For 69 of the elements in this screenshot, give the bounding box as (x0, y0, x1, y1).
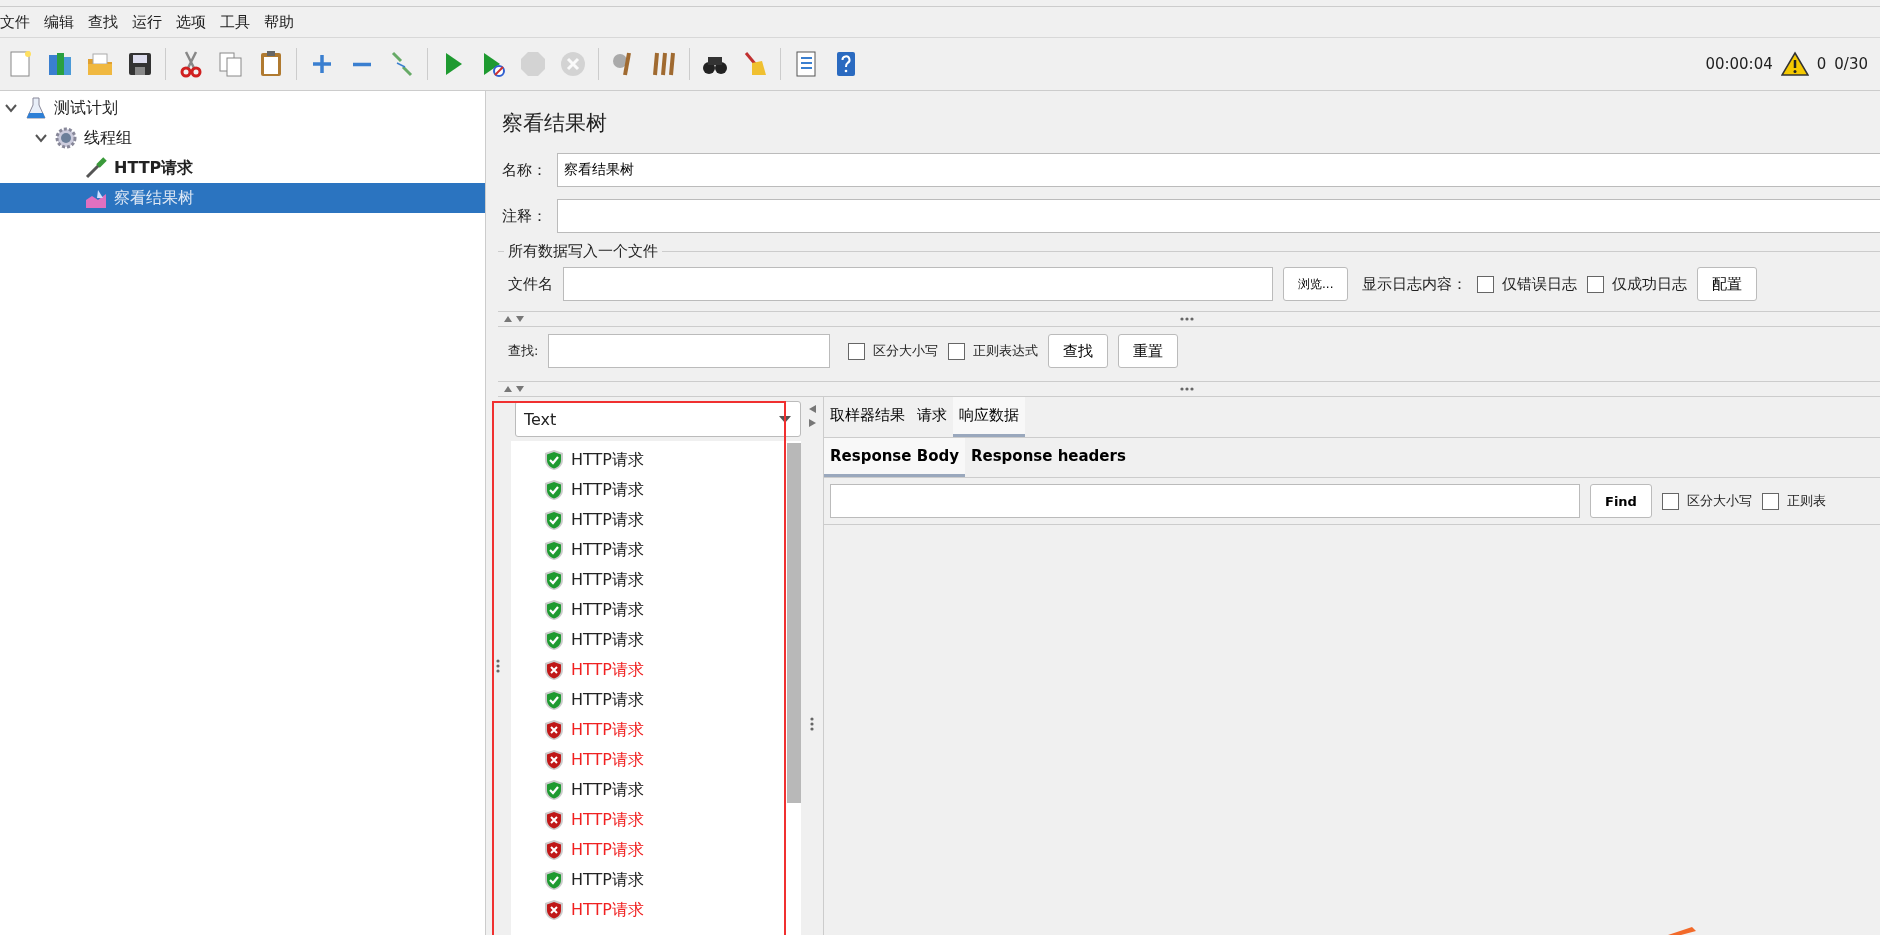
checkbox-option[interactable]: 正则表 (1761, 492, 1826, 510)
result-item[interactable]: HTTP请求 (511, 505, 787, 535)
result-item[interactable]: HTTP请求 (511, 775, 787, 805)
result-item[interactable]: HTTP请求 (511, 805, 787, 835)
tree-item[interactable]: 线程组 (0, 123, 485, 153)
scrollbar[interactable] (787, 443, 801, 803)
result-item[interactable]: HTTP请求 (511, 655, 787, 685)
result-item[interactable]: HTTP请求 (511, 565, 787, 595)
browse-button[interactable]: 浏览... (1283, 267, 1349, 301)
field-label: 查找: (507, 342, 539, 360)
panel-title: 察看结果树 (501, 110, 608, 137)
tab[interactable]: Response Body (824, 438, 965, 477)
checkbox-option[interactable]: 仅成功日志 (1587, 274, 1688, 294)
warning-count: 0 (1816, 55, 1827, 73)
configure-button[interactable]: 配置 (1697, 267, 1758, 301)
caret-icon (778, 414, 792, 424)
result-item[interactable]: HTTP请求 (511, 685, 787, 715)
warning-icon[interactable] (1780, 51, 1809, 77)
checkbox-option[interactable]: 区分大小写 (1661, 492, 1752, 510)
menu-item[interactable]: 选项 (176, 12, 206, 32)
tab[interactable]: 取样器结果 (824, 397, 911, 437)
result-item[interactable]: HTTP请求 (511, 835, 787, 865)
find-button[interactable]: Find (1590, 484, 1652, 518)
splitter-grip[interactable] (496, 659, 500, 673)
tree-item[interactable]: HTTP请求 (0, 153, 485, 183)
pipette-icon (84, 156, 108, 180)
menu-item[interactable]: 运行 (132, 12, 162, 32)
field-label: 注释： (501, 206, 547, 226)
search-field[interactable] (548, 334, 831, 368)
renderer-dropdown[interactable]: Text (515, 401, 801, 437)
result-item[interactable]: HTTP请求 (511, 445, 787, 475)
result-item[interactable]: HTTP请求 (511, 625, 787, 655)
minus-icon (352, 61, 372, 67)
result-item[interactable]: HTTP请求 (511, 895, 787, 925)
menu-item[interactable]: 查找 (88, 12, 118, 32)
log-label: 显示日志内容： (1361, 274, 1468, 294)
field-label: 文件名 (507, 274, 553, 294)
result-item[interactable]: HTTP请求 (511, 865, 787, 895)
gear-icon (54, 126, 78, 150)
result-item[interactable]: HTTP请求 (511, 475, 787, 505)
find-field[interactable] (830, 484, 1580, 518)
checkbox-option[interactable]: 正则表达式 (948, 342, 1039, 360)
comment-field[interactable] (557, 199, 1880, 233)
menu-item[interactable]: 帮助 (264, 12, 294, 32)
checkbox-option[interactable]: 区分大小写 (848, 342, 939, 360)
thread-count: 0/30 (1834, 55, 1868, 73)
result-item[interactable]: HTTP请求 (511, 745, 787, 775)
menu-item[interactable]: 文件 (0, 12, 30, 32)
flask-icon (24, 96, 48, 120)
tab[interactable]: 请求 (911, 397, 953, 437)
x-circle-icon (558, 49, 588, 79)
tab[interactable]: 响应数据 (953, 397, 1025, 437)
stop-sign-icon (518, 49, 548, 79)
result-item[interactable]: HTTP请求 (511, 595, 787, 625)
tab[interactable]: Response headers (964, 438, 1132, 477)
tree-item[interactable]: 察看结果树 (0, 183, 485, 213)
reset-button[interactable]: 重置 (1118, 334, 1179, 368)
menu-item[interactable]: 编辑 (44, 12, 74, 32)
elapsed-time: 00:00:04 (1705, 55, 1773, 73)
result-item[interactable]: HTTP请求 (511, 715, 787, 745)
group-title: 所有数据写入一个文件 (508, 241, 658, 261)
name-field[interactable]: 察看结果树 (557, 153, 1880, 187)
search-button[interactable]: 查找 (1048, 334, 1109, 368)
menu-item[interactable]: 工具 (220, 12, 250, 32)
field-label: 名称： (501, 160, 547, 180)
tree-item[interactable]: 测试计划 (0, 93, 485, 123)
filename-field[interactable] (563, 267, 1273, 301)
result-item[interactable]: HTTP请求 (511, 535, 787, 565)
checkbox-option[interactable]: 仅错误日志 (1477, 274, 1578, 294)
